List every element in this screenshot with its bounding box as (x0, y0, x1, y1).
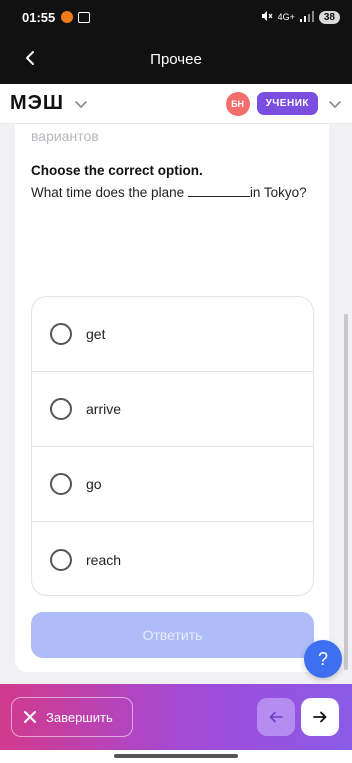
option-label: go (86, 476, 102, 492)
mute-icon (261, 10, 273, 24)
signal-icon (299, 10, 314, 24)
system-nav-bar (0, 750, 352, 763)
home-handle[interactable] (114, 754, 238, 758)
app-bar: МЭШ БН УЧЕНИК (0, 84, 352, 124)
scrollbar[interactable] (344, 314, 348, 670)
screenshot-icon (78, 11, 91, 23)
recording-icon (61, 11, 74, 23)
finish-label: Завершить (46, 709, 113, 725)
radio-button[interactable] (50, 548, 72, 571)
task-card: вариантов Choose the correct option. Wha… (15, 124, 329, 672)
network-label: 4G+ (277, 12, 295, 22)
status-time: 01:55 (22, 9, 56, 25)
answer-options: get arrive go reach (31, 296, 314, 596)
page-header: Прочее (0, 34, 352, 84)
finish-button[interactable]: Завершить (11, 697, 133, 737)
arrow-left-icon (269, 711, 283, 723)
previous-button[interactable] (257, 698, 295, 736)
option-label: arrive (86, 401, 122, 417)
profile-menu-chevron-icon[interactable] (328, 99, 342, 109)
logo-menu-chevron-icon[interactable] (74, 99, 88, 109)
option-reach[interactable]: reach (32, 522, 313, 595)
question-sentence: What time does the plane in Tokyo? (31, 182, 313, 204)
close-icon (24, 711, 36, 723)
chevron-left-icon (26, 51, 34, 65)
option-label: reach (86, 551, 122, 568)
arrow-right-icon (313, 711, 327, 723)
instruction: Choose the correct option. (31, 163, 203, 178)
submit-answer-button[interactable]: Ответить (31, 612, 314, 658)
page-title: Прочее (150, 50, 202, 68)
back-button[interactable] (18, 46, 42, 70)
app-logo[interactable]: МЭШ (10, 92, 64, 115)
question-part-1: What time does the plane (31, 185, 188, 200)
question-text: Choose the correct option. What time doe… (31, 160, 313, 204)
radio-button[interactable] (50, 398, 72, 420)
role-badge[interactable]: УЧЕНИК (256, 92, 318, 115)
help-button[interactable]: ? (304, 640, 342, 678)
status-bar: 01:55 4G+ 38 (0, 0, 352, 34)
next-button[interactable] (301, 698, 339, 736)
radio-button[interactable] (50, 473, 72, 495)
radio-button[interactable] (50, 323, 72, 345)
option-arrive[interactable]: arrive (32, 372, 313, 447)
avatar[interactable]: БН (225, 91, 250, 116)
option-go[interactable]: go (32, 447, 313, 522)
option-label: get (86, 326, 106, 342)
answer-blank (187, 185, 250, 197)
option-get[interactable]: get (32, 297, 313, 372)
battery-indicator: 38 (318, 10, 340, 24)
bottom-bar: Завершить (0, 684, 352, 750)
question-part-2: in Tokyo? (249, 185, 307, 200)
task-type-label: вариантов (31, 128, 99, 144)
